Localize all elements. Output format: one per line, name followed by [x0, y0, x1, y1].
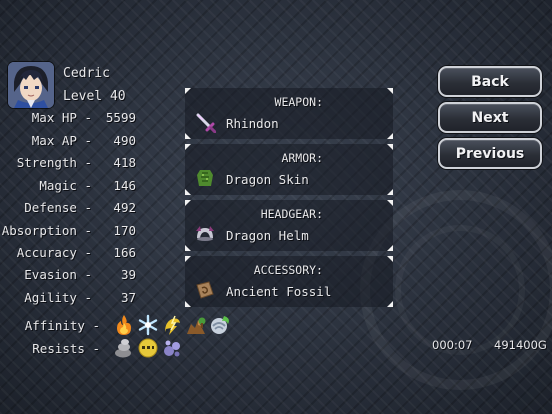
stat-label: Max AP - [31, 133, 92, 148]
affinity-label: Affinity - [24, 318, 100, 333]
next-button[interactable]: Next [438, 102, 542, 133]
hero-portrait-icon [8, 62, 54, 108]
stat-value: 170 [113, 223, 136, 238]
playtime-counter: 000:07 [432, 338, 473, 352]
panel-corner [185, 133, 191, 139]
stat-accuracy: Accuracy - 166 [0, 245, 136, 263]
previous-button[interactable]: Previous [438, 138, 542, 169]
equip-slot-headgear[interactable]: HEADGEAR: Dragon Helm [185, 200, 393, 251]
stat-evasion: Evasion - 39 [0, 267, 136, 285]
slot-heading: WEAPON: [274, 95, 323, 109]
stat-label: Agility - [24, 290, 92, 305]
stat-label: Magic - [39, 178, 92, 193]
equipped-item-name: Dragon Skin [226, 172, 309, 187]
equip-slot-accessory[interactable]: ACCESSORY: Ancient Fossil [185, 256, 393, 307]
lightning-element-icon [161, 314, 183, 336]
stat-defense: Defense - 492 [0, 200, 136, 218]
stat-value: 418 [113, 155, 136, 170]
affinity-icons [113, 314, 231, 336]
blind-status-icon [137, 337, 159, 359]
poison-status-icon [161, 337, 183, 359]
stat-value: 5599 [105, 110, 136, 125]
panel-corner [185, 144, 191, 150]
stat-value: 166 [113, 245, 136, 260]
gold-counter: 491400G [494, 338, 547, 352]
wind-element-icon [209, 314, 231, 336]
panel-corner [387, 133, 393, 139]
stat-agility: Agility - 37 [0, 290, 136, 308]
stat-label: Defense - [24, 200, 92, 215]
stat-value: 490 [113, 133, 136, 148]
equipped-item-name: Dragon Helm [226, 228, 309, 243]
stat-magic: Magic - 146 [0, 178, 136, 196]
equipped-item-name: Rhindon [226, 116, 279, 131]
stone-status-icon [113, 337, 135, 359]
stat-label: Max HP - [31, 110, 92, 125]
slot-heading: ACCESSORY: [253, 263, 323, 277]
panel-corner [387, 301, 393, 307]
equip-slot-weapon[interactable]: WEAPON: Rhindon [185, 88, 393, 139]
back-button[interactable]: Back [438, 66, 542, 97]
panel-corner [185, 189, 191, 195]
panel-corner [387, 189, 393, 195]
stat-value: 492 [113, 200, 136, 215]
stat-label: Strength - [16, 155, 92, 170]
panel-corner [387, 144, 393, 150]
sword-icon [194, 111, 217, 134]
resists-icons [113, 337, 183, 359]
panel-corner [387, 245, 393, 251]
stat-value: 39 [120, 267, 136, 282]
character-name: Cedric [63, 66, 110, 81]
slot-heading: HEADGEAR: [260, 207, 323, 221]
fossil-icon [194, 279, 216, 301]
panel-corner [185, 301, 191, 307]
stat-value: 146 [113, 178, 136, 193]
slot-heading: ARMOR: [281, 151, 323, 165]
helm-icon [194, 223, 216, 245]
stat-max-hp: Max HP - 5599 [0, 110, 136, 128]
stat-label: Evasion - [24, 267, 92, 282]
panel-corner [387, 256, 393, 262]
stat-strength: Strength - 418 [0, 155, 136, 173]
ice-element-icon [137, 314, 159, 336]
equipment-panel: WEAPON: Rhindon ARMOR: Dragon Skin HEADG… [185, 88, 393, 308]
fire-element-icon [113, 314, 135, 336]
panel-corner [185, 245, 191, 251]
character-level: Level 40 [63, 89, 126, 104]
panel-corner [185, 88, 191, 94]
stat-max-ap: Max AP - 490 [0, 133, 136, 151]
equip-slot-armor[interactable]: ARMOR: Dragon Skin [185, 144, 393, 195]
panel-corner [185, 200, 191, 206]
character-portrait [8, 62, 54, 108]
panel-corner [387, 200, 393, 206]
equipped-item-name: Ancient Fossil [226, 284, 332, 299]
dragon-skin-icon [194, 167, 216, 189]
stat-value: 37 [120, 290, 136, 305]
panel-corner [387, 88, 393, 94]
resists-label: Resists - [32, 341, 100, 356]
stat-absorption: Absorption - 170 [0, 223, 136, 241]
stat-label: Absorption - [1, 223, 92, 238]
background-emblem-inner [395, 225, 525, 355]
panel-corner [185, 256, 191, 262]
stat-label: Accuracy - [16, 245, 92, 260]
earth-element-icon [185, 314, 207, 336]
